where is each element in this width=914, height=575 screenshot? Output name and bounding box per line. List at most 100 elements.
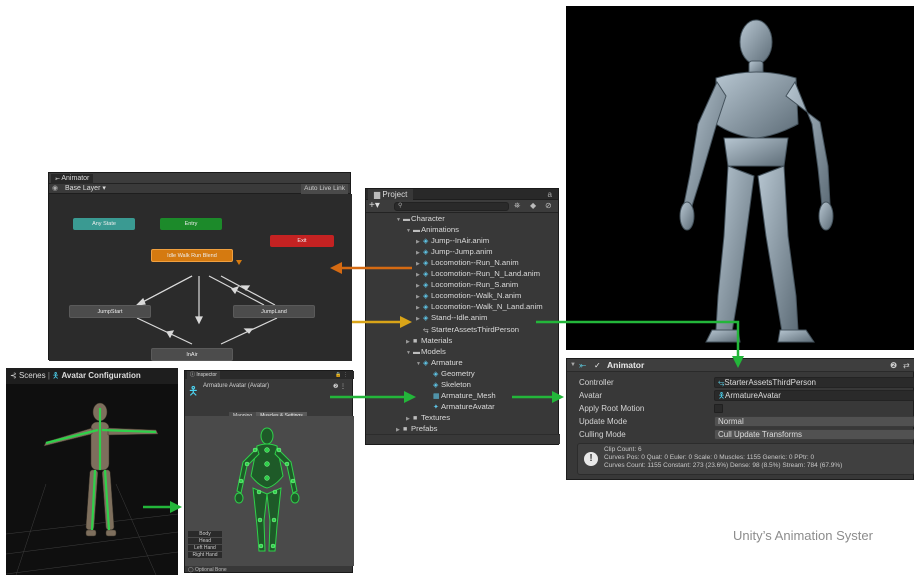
eye-icon[interactable]: ◉ xyxy=(52,184,58,194)
update-mode-row: Update Mode Normal xyxy=(567,415,914,428)
part-left-hand[interactable]: Left Hand xyxy=(188,545,222,551)
collapse-arrow-icon[interactable]: ▶ xyxy=(416,238,423,247)
tree-item[interactable]: ▶ ◈ Locomotion--Walk_N_Land.anim xyxy=(416,302,543,311)
clip-info-line1: Clip Count: 6 xyxy=(604,446,642,453)
tree-item[interactable]: ◈ Geometry xyxy=(426,369,475,378)
update-mode-dropdown[interactable]: Normal xyxy=(714,416,914,427)
avatar-figure[interactable] xyxy=(6,384,178,575)
scene-view: ⊰ Scenes | 🯅 Avatar Configuration xyxy=(6,368,178,575)
add-button[interactable]: +▾ xyxy=(369,200,380,212)
project-tabbar: ▆ Project a xyxy=(366,189,558,200)
expand-arrow-icon[interactable]: ▼ xyxy=(406,349,413,358)
culling-mode-label: Culling Mode xyxy=(579,430,626,439)
tree-item[interactable]: ▦Armature_Mesh xyxy=(426,391,496,400)
avatar-icon: 🯅 xyxy=(52,371,60,380)
collapse-arrow-icon[interactable]: ▶ xyxy=(416,304,423,313)
folder-icon: ■ xyxy=(403,425,408,433)
controller-field[interactable]: ⥃StarterAssetsThirdPerson xyxy=(714,377,914,388)
clip-info-line3: Curves Count: 1155 Constant: 273 (23.6%)… xyxy=(604,462,843,469)
body-part-list: Body Head Left Hand Right Hand xyxy=(188,531,222,558)
character-preview-viewport[interactable] xyxy=(566,6,914,350)
collapse-arrow-icon[interactable]: ▶ xyxy=(416,293,423,302)
avatar-icon: ✦ xyxy=(433,403,439,411)
collapse-arrow-icon[interactable]: ▶ xyxy=(416,282,423,291)
scenes-icon: ⊰ xyxy=(10,371,17,380)
state-in-air[interactable]: InAir xyxy=(151,348,233,361)
state-any-state[interactable]: Any State xyxy=(73,218,135,230)
part-right-hand[interactable]: Right Hand xyxy=(188,552,222,558)
avatar-inspector: ⓘ Inspector 🔒 ⋮ 🯅 Armature Avatar (Avata… xyxy=(184,370,354,573)
hidden-packages-icon[interactable]: ⊘ xyxy=(545,200,552,212)
collapse-arrow-icon[interactable]: ▶ xyxy=(416,260,423,269)
tree-item[interactable]: ▶ ◈ Locomotion--Run_S.anim xyxy=(416,280,518,289)
optional-bone-label: Optional Bone xyxy=(195,567,227,573)
help-icon[interactable]: ❷ xyxy=(890,359,897,372)
scene-title: Avatar Configuration xyxy=(61,371,141,380)
tree-item-label: Animations xyxy=(421,225,460,235)
enable-checkbox[interactable]: ✓ xyxy=(594,361,603,370)
layer-dropdown[interactable]: Base Layer ▾ xyxy=(65,184,106,194)
collapse-arrow-icon[interactable]: ▶ xyxy=(406,415,413,424)
collapse-arrow-icon[interactable]: ▶ xyxy=(416,271,423,280)
lock-icon[interactable]: a xyxy=(548,189,552,200)
model-icon: ◈ xyxy=(423,238,429,246)
tree-item[interactable]: ▶ ◈ Locomotion--Walk_N.anim xyxy=(416,291,521,300)
tree-item[interactable]: ▶ ■ Textures xyxy=(406,413,450,422)
tree-item[interactable]: ▶ ◈ Stand--Idle.anim xyxy=(416,313,487,322)
collapse-arrow-icon[interactable]: ▶ xyxy=(406,338,413,347)
expand-arrow-icon[interactable]: ▼ xyxy=(570,359,576,372)
tree-item[interactable]: ▼ ▬Models xyxy=(406,347,446,356)
tree-item[interactable]: ▶ ◈ Locomotion--Run_N.anim xyxy=(416,258,519,267)
folder-icon: ■ xyxy=(413,337,418,345)
project-bottom-divider xyxy=(366,434,560,444)
exit-label: Exit xyxy=(297,238,307,244)
part-body[interactable]: Body xyxy=(188,531,222,537)
animator-window: ⤜ Animator ◉ Base Layer ▾ Auto Live Link xyxy=(48,172,352,361)
expand-arrow-icon[interactable]: ▼ xyxy=(416,360,423,369)
avatar-tabs: MappingMuscles & Settings xyxy=(229,404,307,421)
filter-type-icon[interactable]: ⛯ xyxy=(514,200,520,212)
tree-item[interactable]: ▶ ■ Prefabs xyxy=(396,424,438,433)
info-icon: ⓘ xyxy=(190,372,196,378)
tree-item[interactable]: ▶ ■ Materials xyxy=(406,336,452,345)
inspector-tab[interactable]: ⓘ Inspector xyxy=(187,371,220,379)
tree-item[interactable]: ▼ ▬Character xyxy=(396,214,445,223)
tree-item[interactable]: ▶ ◈ Jump--Jump.anim xyxy=(416,247,493,256)
state-jump-start[interactable]: JumpStart xyxy=(69,305,151,318)
tree-item[interactable]: ⥃ StarterAssetsThirdPerson xyxy=(416,325,519,334)
expand-arrow-icon[interactable]: ▼ xyxy=(396,216,403,225)
avatar-row: Avatar 🯅ArmatureAvatar xyxy=(567,389,914,402)
tree-item[interactable]: ▼ ▬Animations xyxy=(406,225,459,234)
tree-item[interactable]: ▼ ◈ Armature xyxy=(416,358,463,367)
tree-item[interactable]: ◈ Skeleton xyxy=(426,380,471,389)
project-tab[interactable]: ▆ Project xyxy=(368,189,414,200)
part-head[interactable]: Head xyxy=(188,538,222,544)
tree-item-label: Locomotion--Run_N.anim xyxy=(431,258,519,268)
state-idle-walk-run-blend[interactable]: Idle Walk Run Blend xyxy=(151,249,233,262)
lock-icon[interactable]: 🔒 ⋮ xyxy=(335,371,348,379)
collapse-arrow-icon[interactable]: ▶ xyxy=(416,249,423,258)
scenes-label[interactable]: Scenes xyxy=(19,371,46,380)
state-jump-land[interactable]: JumpLand xyxy=(233,305,315,318)
animator-component-icon: ⤜ xyxy=(579,360,587,370)
collapse-arrow-icon[interactable]: ▶ xyxy=(416,315,423,324)
tree-item-label: Armature xyxy=(431,357,463,367)
state-entry[interactable]: Entry xyxy=(160,218,222,230)
avatar-field[interactable]: 🯅ArmatureAvatar xyxy=(714,390,914,401)
culling-mode-dropdown[interactable]: Cull Update Transforms xyxy=(714,429,914,440)
tree-item[interactable]: ▶ ◈ Locomotion--Run_N_Land.anim xyxy=(416,269,540,278)
project-search-input[interactable]: ⚲ xyxy=(394,202,509,211)
help-icon[interactable]: ❷ ⋮ xyxy=(333,383,346,390)
inspector-tab-label: Inspector xyxy=(196,372,217,378)
apply-root-motion-checkbox[interactable] xyxy=(714,404,723,413)
presets-icon[interactable]: ⇄ xyxy=(903,359,910,372)
state-exit[interactable]: Exit xyxy=(270,235,334,247)
animator-tab[interactable]: ⤜ Animator xyxy=(51,174,94,184)
tree-item[interactable]: ✦ ArmatureAvatar xyxy=(426,402,495,411)
animator-graph[interactable]: Any State Entry Exit Idle Walk Run Blend… xyxy=(49,194,352,361)
filter-label-icon[interactable]: ◆ xyxy=(530,200,536,212)
expand-arrow-icon[interactable]: ▼ xyxy=(406,227,413,236)
tree-item[interactable]: ▶ ◈ Jump--InAir.anim xyxy=(416,236,489,245)
auto-live-link-button[interactable]: Auto Live Link xyxy=(301,184,348,194)
mesh-icon: ▦ xyxy=(433,392,440,400)
